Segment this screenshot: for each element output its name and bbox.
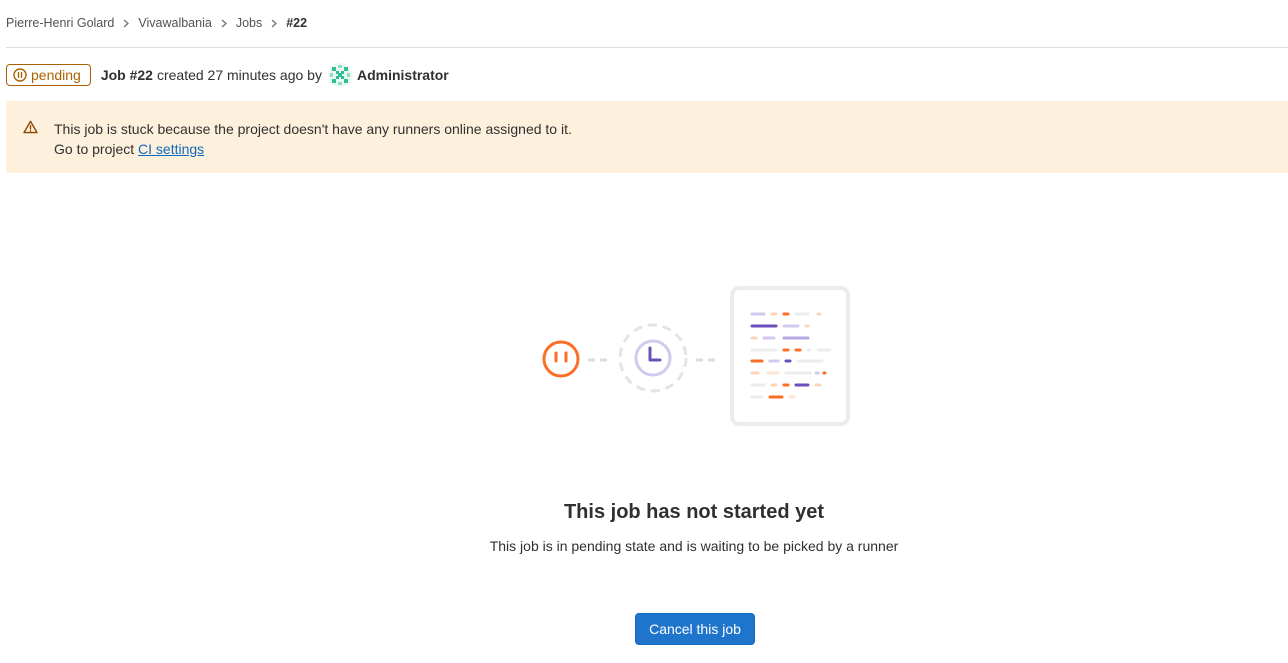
header-divider (6, 47, 1288, 48)
chevron-right-icon (271, 19, 278, 28)
chevron-right-icon (123, 19, 130, 28)
job-page: Pierre-Henri Golard Vivawalbania Jobs #2… (0, 0, 1288, 663)
status-badge[interactable]: pending (6, 64, 91, 86)
breadcrumb-item-jobs[interactable]: Jobs (236, 16, 262, 30)
chevron-right-icon (221, 19, 227, 28)
pending-job-illustration (536, 283, 856, 433)
breadcrumb-item-job[interactable]: #22 (286, 16, 307, 30)
job-meta: created 27 minutes ago by (156, 67, 322, 83)
alert-settings-line: Go to project CI settings (54, 139, 1272, 159)
cancel-job-button[interactable]: Cancel this job (635, 613, 755, 645)
job-title: Job #22 (100, 67, 153, 83)
author-link[interactable]: Administrator (357, 67, 449, 83)
breadcrumb-item-group[interactable]: Pierre-Henri Golard (6, 16, 114, 30)
stuck-job-alert: This job is stuck because the project do… (6, 101, 1288, 173)
pending-face-icon (542, 340, 580, 378)
alert-message: This job is stuck because the project do… (54, 121, 572, 137)
job-log-document-icon (730, 286, 850, 426)
status-label: pending (31, 67, 81, 83)
breadcrumb: Pierre-Henri Golard Vivawalbania Jobs #2… (6, 16, 307, 30)
breadcrumb-item-project[interactable]: Vivawalbania (138, 16, 211, 30)
job-header: pending Job #22 created 27 minutes ago b… (6, 63, 449, 87)
warning-icon (23, 120, 38, 134)
ci-settings-link[interactable]: CI settings (138, 141, 204, 157)
status-pending-icon (13, 68, 27, 82)
clock-icon (634, 339, 672, 377)
empty-state-title: This job has not started yet (563, 501, 825, 523)
empty-state-description: This job is in pending state and is wait… (489, 538, 899, 554)
alert-prefix: Go to project (54, 141, 135, 157)
avatar[interactable] (327, 63, 352, 87)
